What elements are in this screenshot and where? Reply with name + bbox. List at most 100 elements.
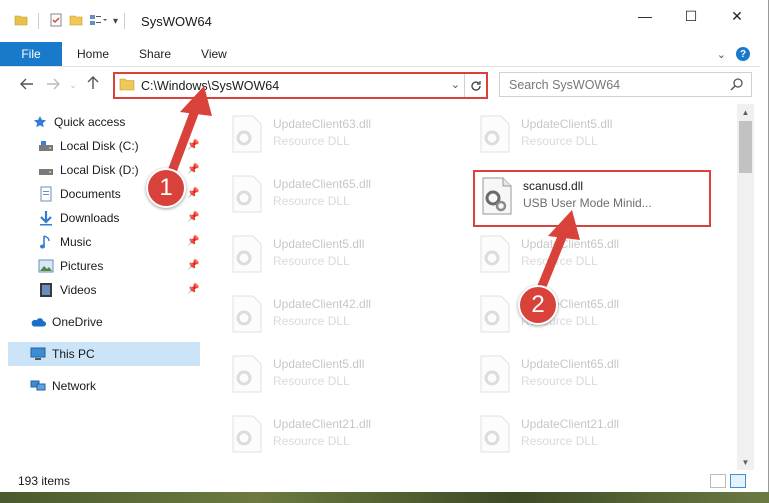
qat-separator	[38, 13, 39, 29]
pin-icon[interactable]: 📌	[187, 236, 199, 247]
arrow-left-icon	[20, 78, 33, 89]
file-name: UpdateClient5.dll	[273, 357, 365, 371]
file-name: UpdateClient65.dll	[521, 357, 620, 371]
gear-file-icon	[480, 355, 510, 393]
music-icon	[38, 234, 54, 250]
maximize-button[interactable]: ☐	[668, 0, 714, 32]
close-button[interactable]: ✕	[714, 0, 760, 32]
drive-icon	[38, 138, 54, 154]
file-item[interactable]: UpdateClient65.dll Resource DLL	[475, 288, 705, 344]
view-options-icon[interactable]	[89, 13, 107, 30]
details-view-icon[interactable]	[710, 474, 726, 488]
minimize-button[interactable]: —	[622, 0, 668, 32]
file-name: UpdateClient63.dll	[273, 117, 372, 131]
sidebar-item-quick-access[interactable]: Quick access	[32, 110, 125, 134]
window-title: SysWOW64	[141, 13, 212, 29]
file-description: Resource DLL	[521, 254, 598, 268]
refresh-button[interactable]	[464, 74, 486, 97]
help-button[interactable]: ?	[736, 47, 750, 61]
sidebar-item-network[interactable]: Network	[30, 374, 96, 398]
sidebar-item-local-disk-d[interactable]: Local Disk (D:)	[38, 158, 139, 182]
file-description: Resource DLL	[521, 374, 598, 388]
file-description: Resource DLL	[521, 134, 598, 148]
tab-share[interactable]: Share	[124, 42, 186, 66]
file-name: UpdateClient42.dll	[273, 297, 372, 311]
gear-file-icon	[232, 115, 262, 153]
star-icon	[32, 114, 48, 130]
file-item[interactable]: UpdateClient63.dll Resource DLL	[227, 108, 457, 164]
documents-icon	[38, 186, 54, 202]
pin-icon[interactable]: 📌	[187, 140, 199, 151]
scroll-up-icon[interactable]: ▲	[737, 104, 754, 120]
step-badge-2: 2	[518, 285, 558, 325]
sidebar-item-onedrive[interactable]: OneDrive	[30, 310, 103, 334]
tab-view[interactable]: View	[186, 42, 242, 66]
file-name: UpdateClient65.dll	[273, 177, 372, 191]
sidebar-item-label: This PC	[52, 347, 95, 361]
back-button[interactable]	[14, 77, 40, 94]
sidebar-item-videos[interactable]: Videos	[38, 278, 96, 302]
downloads-icon	[38, 210, 54, 226]
sidebar-item-downloads[interactable]: Downloads	[38, 206, 119, 230]
sidebar-item-local-disk-c[interactable]: Local Disk (C:)	[38, 134, 139, 158]
computer-icon	[30, 346, 46, 362]
file-item[interactable]: UpdateClient65.dll Resource DLL	[475, 348, 705, 404]
gear-file-icon	[232, 415, 262, 453]
recent-locations-button[interactable]: ⌄	[66, 80, 80, 91]
videos-icon	[38, 282, 54, 298]
sidebar-item-label: Downloads	[60, 211, 120, 225]
file-item[interactable]: UpdateClient5.dll Resource DLL	[227, 228, 457, 284]
scrollbar-thumb[interactable]	[739, 121, 752, 173]
view-toggle	[710, 474, 746, 488]
file-item[interactable]: UpdateClient65.dll Resource DLL	[227, 168, 457, 224]
search-input[interactable]: Search SysWOW64	[499, 72, 752, 97]
address-path[interactable]: C:\Windows\SysWOW64	[141, 79, 279, 93]
arrow-right-icon	[47, 78, 60, 89]
expand-ribbon-icon[interactable]: ⌄	[717, 48, 726, 61]
pin-icon[interactable]: 📌	[187, 164, 199, 175]
gear-file-icon	[232, 295, 262, 333]
file-name: UpdateClient21.dll	[521, 417, 620, 431]
vertical-scrollbar[interactable]: ▲ ▼	[737, 104, 754, 470]
pin-icon[interactable]: 📌	[187, 212, 199, 223]
pin-icon[interactable]: 📌	[187, 188, 199, 199]
window-controls: — ☐ ✕	[622, 0, 760, 32]
sidebar-item-pictures[interactable]: Pictures	[38, 254, 103, 278]
gear-file-icon	[232, 355, 262, 393]
file-item[interactable]: UpdateClient65.dll Resource DLL	[475, 228, 705, 284]
desktop-background	[0, 492, 769, 503]
explorer-window: ▾ SysWOW64 — ☐ ✕ File Home Share View ⌄ …	[0, 0, 769, 503]
scroll-down-icon[interactable]: ▼	[737, 454, 754, 470]
gear-file-icon	[480, 115, 510, 153]
file-item[interactable]: UpdateClient21.dll Resource DLL	[475, 408, 705, 464]
sidebar-item-documents[interactable]: Documents	[38, 182, 121, 206]
sidebar-item-this-pc[interactable]: This PC	[8, 342, 200, 366]
address-bar[interactable]: C:\Windows\SysWOW64 ⌄	[113, 72, 488, 99]
file-description: Resource DLL	[273, 314, 350, 328]
search-placeholder: Search SysWOW64	[509, 77, 621, 92]
file-item[interactable]: UpdateClient5.dll Resource DLL	[227, 348, 457, 404]
search-icon	[730, 77, 744, 94]
pin-icon[interactable]: 📌	[187, 284, 199, 295]
file-description: Resource DLL	[273, 374, 350, 388]
tab-file[interactable]: File	[0, 42, 62, 66]
drive-icon	[38, 162, 54, 178]
tab-home[interactable]: Home	[62, 42, 124, 66]
file-item[interactable]: UpdateClient21.dll Resource DLL	[227, 408, 457, 464]
large-icons-view-icon[interactable]	[730, 474, 746, 488]
up-button[interactable]	[80, 76, 106, 94]
ribbon-tabs: File Home Share View ⌄ ?	[0, 42, 760, 67]
arrow-up-icon	[87, 76, 99, 89]
sidebar-item-music[interactable]: Music	[38, 230, 91, 254]
file-description: Resource DLL	[521, 434, 598, 448]
file-item[interactable]: UpdateClient5.dll Resource DLL	[475, 108, 705, 164]
file-item[interactable]: UpdateClient42.dll Resource DLL	[227, 288, 457, 344]
chevron-down-icon[interactable]: ⌄	[451, 78, 460, 91]
gear-file-icon	[480, 415, 510, 453]
forward-button[interactable]	[40, 77, 66, 94]
new-folder-icon[interactable]	[69, 13, 83, 30]
properties-icon[interactable]	[49, 13, 63, 30]
customize-qat-icon[interactable]: ▾	[113, 16, 118, 27]
pin-icon[interactable]: 📌	[187, 260, 199, 271]
file-name: UpdateClient5.dll	[273, 237, 365, 251]
